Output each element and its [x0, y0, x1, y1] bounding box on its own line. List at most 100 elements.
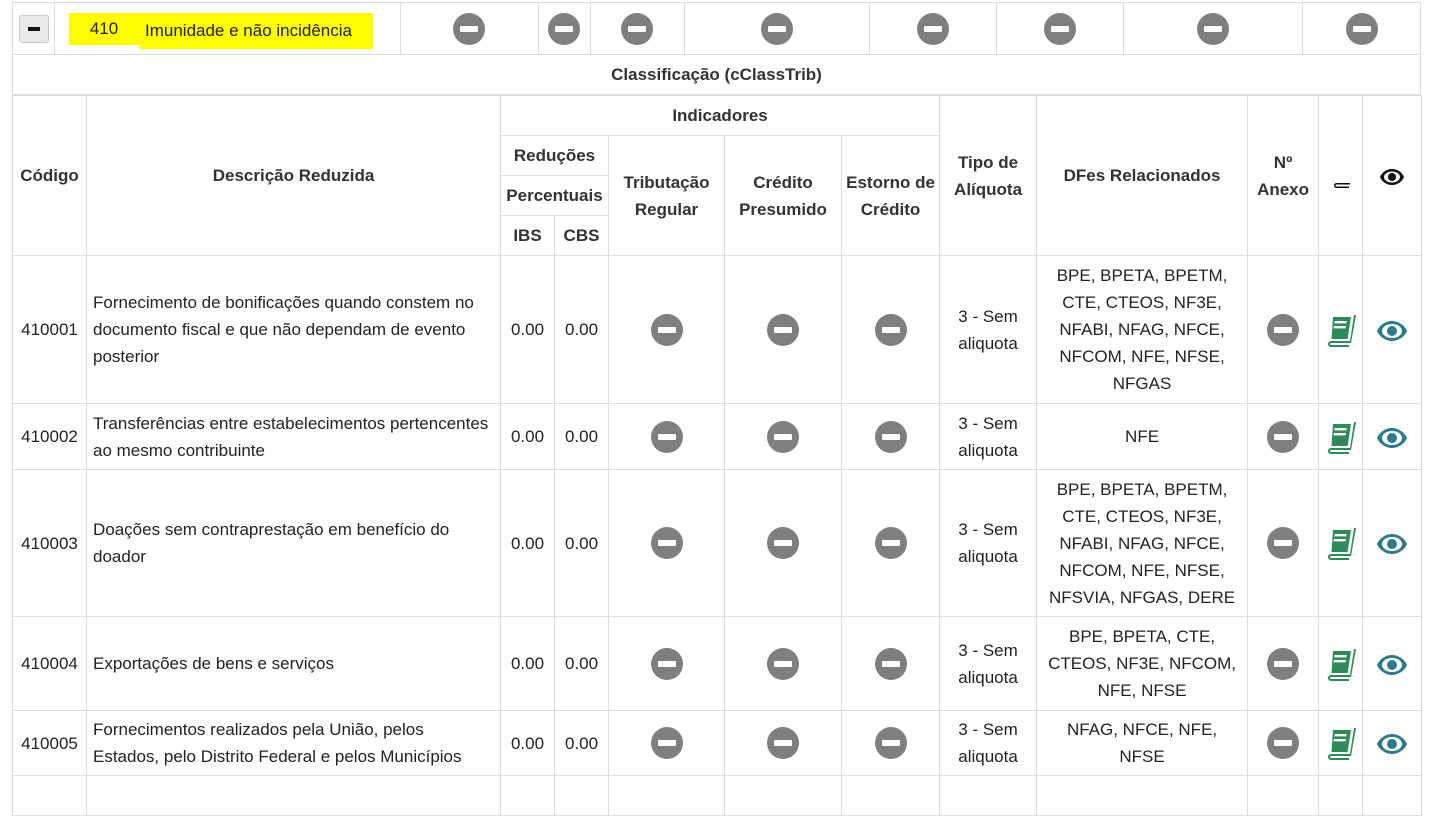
cell-ibs: 0.00 [500, 403, 555, 470]
header-anexo[interactable]: Nº Anexo [1247, 95, 1320, 256]
collapse-button[interactable] [18, 15, 49, 43]
book-icon[interactable] [1324, 313, 1358, 347]
cell-estorno [840, 616, 941, 711]
cell-descricao [86, 775, 501, 816]
table-row: 410004 Exportações de bens e serviços 0.00… [12, 616, 1423, 711]
minus-circle-icon [1346, 13, 1378, 45]
cell-anexo [1247, 255, 1320, 404]
cell-book[interactable] [1318, 616, 1364, 711]
cell-codigo [12, 775, 87, 816]
header-tributacao[interactable]: Tributação Regular [608, 135, 725, 256]
cell-credito [724, 403, 842, 470]
minus-circle-icon [650, 647, 683, 680]
minus-circle-icon [1267, 420, 1300, 453]
eye-icon[interactable] [1376, 427, 1408, 449]
cell-cbs: 0.00 [554, 403, 609, 470]
cell-codigo: 410005 [12, 710, 87, 776]
eye-icon[interactable] [1376, 533, 1408, 555]
cell-credito [724, 469, 842, 617]
eye-icon[interactable] [1376, 654, 1408, 676]
book-icon[interactable] [1324, 726, 1358, 760]
cell-tributacao [608, 710, 725, 776]
eye-icon[interactable] [1376, 733, 1408, 755]
classification-table: Código Descrição Reduzida Indicadores Ti… [12, 95, 1423, 816]
cell-book[interactable] [1318, 469, 1364, 617]
cell-descricao: Fornecimento de bonificações quando cons… [86, 255, 501, 404]
cell-eye[interactable] [1362, 616, 1423, 711]
cell-anexo [1247, 616, 1320, 711]
cell-descricao: Exportações de bens e serviços [86, 616, 501, 711]
header-cbs[interactable]: CBS [554, 215, 609, 256]
cell-dfes: BPE, BPETA, BPETM, CTE, CTEOS, NF3E, NFA… [1036, 255, 1249, 404]
cell-cbs [554, 775, 609, 816]
cell-estorno [840, 710, 941, 776]
cell-tipo: 3 - Sem aliquota [939, 403, 1038, 470]
cell-estorno [840, 403, 941, 470]
header-estorno[interactable]: Estorno de Crédito [840, 135, 941, 256]
table-row: 410002 Transferências entre estabelecimen… [12, 403, 1423, 470]
cell-descricao: Transferências entre estabelecimentos pe… [86, 403, 501, 470]
cell-tipo: 3 - Sem aliquota [939, 616, 1038, 711]
minus-circle-icon [917, 13, 949, 45]
table-row [12, 775, 1423, 816]
minus-circle-icon [650, 527, 683, 559]
group-title: Imunidade e não incidência [145, 21, 352, 40]
collapse-cell [13, 3, 55, 55]
book-icon[interactable] [1324, 420, 1358, 454]
minus-circle-icon [767, 420, 799, 453]
cell-eye[interactable] [1362, 255, 1423, 404]
cell-cbs: 0.00 [554, 616, 609, 711]
cell-tipo: 3 - Sem aliquota [939, 710, 1038, 776]
cell-ibs [500, 775, 555, 816]
cell-tipo: 3 - Sem aliquota [939, 469, 1038, 617]
header-tipo-aliquota[interactable]: Tipo de Alíquota [939, 95, 1038, 256]
cell-eye[interactable] [1362, 469, 1423, 617]
header-eye [1362, 95, 1423, 256]
cell-tipo [939, 775, 1038, 816]
cell-codigo: 410004 [12, 616, 87, 711]
cell-eye[interactable] [1362, 710, 1423, 776]
cell-eye[interactable] [1362, 775, 1423, 816]
header-dfes[interactable]: DFes Relacionados [1036, 95, 1249, 256]
minus-bar-icon [27, 27, 40, 31]
book-icon[interactable] [1324, 526, 1358, 560]
cell-anexo [1247, 403, 1320, 470]
minus-circle-icon [767, 313, 799, 346]
cell-codigo: 410002 [12, 403, 87, 470]
minus-circle-icon [650, 727, 683, 759]
cell-ibs: 0.00 [500, 710, 555, 776]
minus-circle-icon [767, 647, 799, 680]
cell-estorno [840, 775, 941, 816]
cell-codigo: 410001 [12, 255, 87, 404]
group-code: 410 [89, 19, 119, 38]
cell-descricao: Fornecimentos realizados pela União, pel… [86, 710, 501, 776]
cell-ibs: 0.00 [500, 255, 555, 404]
cell-book[interactable] [1318, 403, 1364, 470]
cell-tributacao [608, 403, 725, 470]
minus-circle-icon [453, 13, 485, 45]
cell-dfes: NFAG, NFCE, NFE, NFSE [1036, 710, 1249, 776]
cell-book[interactable] [1318, 775, 1364, 816]
cell-book[interactable] [1318, 255, 1364, 404]
eye-icon[interactable] [1376, 320, 1408, 342]
cell-eye[interactable] [1362, 403, 1423, 470]
cell-estorno [840, 469, 941, 617]
minus-circle-icon [1267, 313, 1300, 346]
minus-circle-icon [650, 313, 683, 346]
header-descricao[interactable]: Descrição Reduzida [86, 95, 501, 256]
cell-cbs: 0.00 [554, 255, 609, 404]
cell-book[interactable] [1318, 710, 1364, 776]
cell-tributacao [608, 255, 725, 404]
minus-circle-icon [874, 727, 907, 759]
header-credito[interactable]: Crédito Presumido [724, 135, 842, 256]
header-codigo[interactable]: Código [12, 95, 87, 256]
book-icon[interactable] [1324, 647, 1358, 681]
minus-circle-icon [1197, 13, 1229, 45]
header-indicadores: Indicadores [499, 95, 941, 136]
cell-codigo: 410003 [12, 469, 87, 617]
cell-anexo [1247, 469, 1320, 617]
cell-dfes [1036, 775, 1249, 816]
cell-dfes: BPE, BPETA, BPETM, CTE, CTEOS, NF3E, NFA… [1036, 469, 1249, 617]
header-ibs[interactable]: IBS [500, 215, 555, 256]
header-book [1318, 95, 1364, 256]
